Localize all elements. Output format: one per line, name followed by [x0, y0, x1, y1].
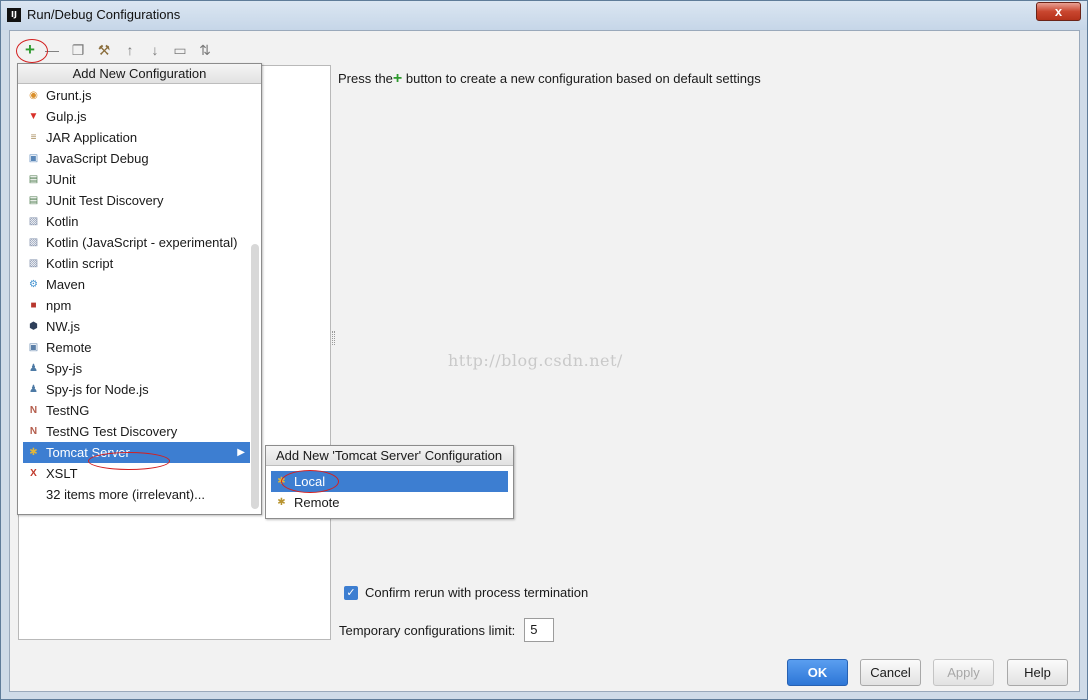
- confirm-rerun-checkbox[interactable]: ✓: [344, 585, 358, 600]
- junit-icon: ▤: [28, 174, 39, 185]
- menu-item-label: Spy-js for Node.js: [46, 382, 149, 397]
- menu-item[interactable]: ⬢ NW.js: [18, 316, 250, 337]
- spy-js-icon: ♟: [29, 363, 38, 374]
- nwjs-icon: ⬢: [29, 321, 38, 332]
- wrench-icon[interactable]: ⚒: [94, 39, 114, 61]
- confirm-rerun-option[interactable]: ✓ Confirm rerun with process termination: [344, 585, 588, 600]
- menu-item[interactable]: N TestNG: [18, 400, 250, 421]
- menu-item[interactable]: ▣ Remote: [18, 337, 250, 358]
- menu-item-label: TestNG Test Discovery: [46, 424, 178, 439]
- kotlin-js-icon: ▧: [28, 237, 39, 248]
- menu-item-label: JAR Application: [46, 130, 138, 145]
- menu-item-label: JUnit Test Discovery: [46, 193, 164, 208]
- menu-item-label: Grunt.js: [46, 88, 92, 103]
- kotlin-icon: ▧: [28, 216, 39, 227]
- testng-icon: N: [29, 405, 38, 416]
- menu-item-label: JUnit: [46, 172, 76, 187]
- annotation-circle: [16, 39, 48, 63]
- menu-item-label: TestNG: [46, 403, 90, 418]
- hint-text-after: button to create a new configuration bas…: [402, 71, 761, 86]
- menu-item[interactable]: ✱ Remote: [266, 492, 513, 513]
- menu-item-label: npm: [46, 298, 72, 313]
- watermark: http://blog.csdn.net/: [448, 351, 623, 370]
- javascript-debug-icon: ▣: [28, 153, 39, 164]
- menu-item[interactable]: ▧ Kotlin (JavaScript - experimental): [18, 232, 250, 253]
- popup-list: ◉ Grunt.js ▼ Gulp.js ≡ JAR Application ▣ JavaSc…: [18, 85, 250, 505]
- annotation-circle: [281, 470, 339, 493]
- menu-item[interactable]: 32 items more (irrelevant)...: [18, 484, 250, 505]
- menu-item[interactable]: N TestNG Test Discovery: [18, 421, 250, 442]
- help-button[interactable]: Help: [1007, 659, 1068, 686]
- kotlin-script-icon: ▧: [28, 258, 39, 269]
- npm-icon: ■: [30, 300, 37, 311]
- run-debug-dialog: IJ Run/Debug Configurations x + — ❐ ⚒ ↑ …: [0, 0, 1088, 700]
- empty-hint: Press the+ button to create a new config…: [338, 70, 761, 88]
- submenu-title: Add New 'Tomcat Server' Configuration: [266, 446, 513, 466]
- add-configuration-popup: Add New Configuration ◉ Grunt.js ▼ Gulp.js ≡…: [17, 63, 262, 515]
- cancel-button[interactable]: Cancel: [860, 659, 921, 686]
- menu-item[interactable]: ♟ Spy-js: [18, 358, 250, 379]
- plus-icon: +: [392, 70, 403, 87]
- menu-item[interactable]: ▼ Gulp.js: [18, 106, 250, 127]
- spy-js-node-icon: ♟: [29, 384, 38, 395]
- xslt-icon: X: [30, 468, 37, 479]
- window-title: Run/Debug Configurations: [27, 7, 181, 22]
- menu-item[interactable]: ♟ Spy-js for Node.js: [18, 379, 250, 400]
- junit-discovery-icon: ▤: [28, 195, 39, 206]
- menu-item[interactable]: ⚙ Maven: [18, 274, 250, 295]
- popup-scrollbar[interactable]: [251, 244, 259, 509]
- menu-item-label: Kotlin script: [46, 256, 114, 271]
- menu-item-label: 32 items more (irrelevant)...: [46, 487, 205, 502]
- temp-limit-row: Temporary configurations limit: 5: [339, 618, 555, 642]
- menu-item-label: Spy-js: [46, 361, 83, 376]
- confirm-rerun-label: Confirm rerun with process termination: [365, 585, 589, 600]
- maven-icon: ⚙: [29, 279, 38, 290]
- intellij-app-icon: IJ: [7, 8, 21, 22]
- menu-item-label: Remote: [294, 495, 340, 510]
- menu-item-label: XSLT: [46, 466, 78, 481]
- jar-icon: ≡: [30, 132, 37, 143]
- menu-item[interactable]: ■ npm: [18, 295, 250, 316]
- menu-item-label: JavaScript Debug: [46, 151, 149, 166]
- tomcat-icon: ✱: [29, 447, 38, 458]
- move-up-icon[interactable]: ↑: [120, 39, 140, 61]
- menu-item[interactable]: ▧ Kotlin: [18, 211, 250, 232]
- temp-limit-input[interactable]: 5: [524, 618, 555, 642]
- submenu-arrow-icon: ▶: [237, 447, 245, 458]
- menu-item[interactable]: ▧ Kotlin script: [18, 253, 250, 274]
- hint-text-before: Press the: [338, 71, 393, 86]
- tomcat-remote-icon: ✱: [277, 497, 286, 508]
- remote-icon: ▣: [28, 342, 39, 353]
- menu-item[interactable]: ◉ Grunt.js: [18, 85, 250, 106]
- apply-button[interactable]: Apply: [933, 659, 994, 686]
- menu-item-label: NW.js: [46, 319, 80, 334]
- menu-item-label: Kotlin: [46, 214, 79, 229]
- move-down-icon[interactable]: ↓: [145, 39, 165, 61]
- menu-item-label: Gulp.js: [46, 109, 87, 124]
- menu-item-label: Kotlin (JavaScript - experimental): [46, 235, 238, 250]
- menu-item[interactable]: ▤ JUnit Test Discovery: [18, 190, 250, 211]
- close-button[interactable]: x: [1036, 2, 1081, 21]
- sort-icon[interactable]: ⇅: [195, 39, 215, 61]
- splitter-handle[interactable]: [332, 331, 335, 345]
- gulp-icon: ▼: [28, 111, 39, 122]
- testng-discovery-icon: N: [29, 426, 38, 437]
- title-bar[interactable]: IJ Run/Debug Configurations x: [1, 1, 1087, 30]
- grunt-icon: ◉: [29, 90, 38, 101]
- menu-item[interactable]: ▣ JavaScript Debug: [18, 148, 250, 169]
- popup-title: Add New Configuration: [18, 64, 261, 84]
- annotation-circle: [88, 452, 170, 470]
- folder-icon[interactable]: ▭: [170, 39, 190, 61]
- temp-limit-label: Temporary configurations limit:: [339, 622, 516, 638]
- menu-item[interactable]: ≡ JAR Application: [18, 127, 250, 148]
- ok-button[interactable]: OK: [787, 659, 848, 686]
- menu-item-label: Maven: [46, 277, 86, 292]
- copy-icon[interactable]: ❐: [68, 39, 88, 61]
- menu-item-label: Remote: [46, 340, 92, 355]
- menu-item[interactable]: ▤ JUnit: [18, 169, 250, 190]
